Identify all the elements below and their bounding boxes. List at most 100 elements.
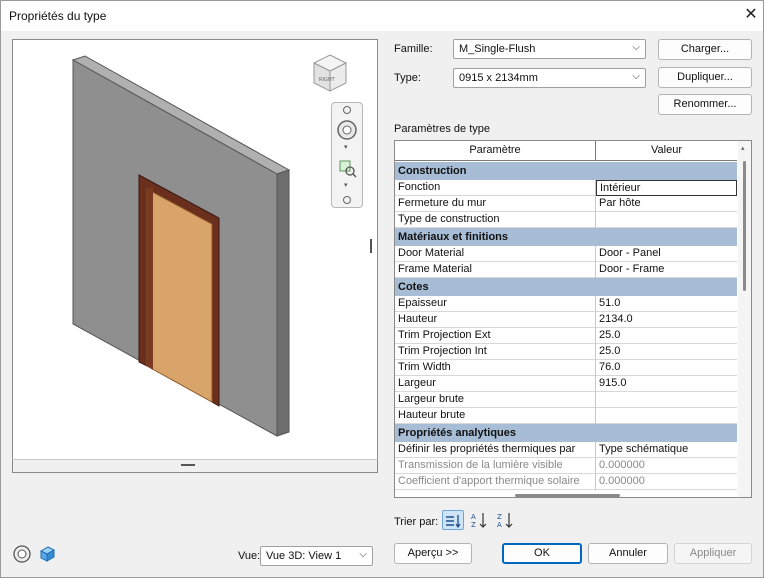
svg-text:A: A [471,513,476,521]
zoom-icon[interactable] [338,159,358,179]
parameter-row[interactable]: Largeur 915.0 [395,376,737,392]
column-header-value[interactable]: Valeur [596,141,737,161]
duplicate-button[interactable]: Dupliquer... [658,67,752,88]
rename-button[interactable]: Renommer... [658,94,752,115]
parameter-name: Coefficient d'apport thermique solaire [395,474,596,490]
parameter-value[interactable] [596,212,737,228]
parameter-value[interactable]: 51.0 [596,296,737,312]
type-value: 0915 x 2134mm [459,72,538,84]
parameters-grid: Paramètre Valeur Construction Fonction Int… [394,140,752,498]
parameter-name: Fonction [395,180,596,196]
parameter-value[interactable]: 0.000000 [596,458,737,474]
parameter-value[interactable]: Door - Panel [596,246,737,262]
sort-desc-icon[interactable]: Z A [494,510,516,530]
parameter-name: Door Material [395,246,596,262]
column-header-parameter[interactable]: Paramètre [395,141,596,161]
parameter-row[interactable]: Frame Material Door - Frame [395,262,737,278]
type-properties-dialog: Propriétés du type ✕ RIGHT ▾ ▾ Famille: … [0,0,764,578]
family-value: M_Single-Flush [459,43,536,55]
close-icon[interactable]: ✕ [741,5,761,25]
parameter-row[interactable]: Coefficient d'apport thermique solaire 0.… [395,474,737,490]
parameter-row[interactable]: Transmission de la lumière visible 0.0000… [395,458,737,474]
3d-box-icon[interactable] [37,544,57,564]
ok-button[interactable]: OK [502,543,582,564]
parameter-value[interactable]: Intérieur [596,180,737,196]
parameter-name: Largeur brute [395,392,596,408]
category-row[interactable]: Matériaux et finitions [395,228,737,246]
parameter-name: Type de construction [395,212,596,228]
title-bar: Propriétés du type ✕ [1,1,763,31]
type-parameters-title: Paramètres de type [394,123,490,135]
view-select[interactable]: Vue 3D: View 1 ⌵ [260,546,373,566]
category-row[interactable]: Propriétés analytiques [395,424,737,442]
parameter-value[interactable] [596,392,737,408]
horizontal-scroll-thumb[interactable] [515,494,620,497]
cancel-button[interactable]: Annuler [588,543,668,564]
parameter-name: Trim Projection Int [395,344,596,360]
parameter-value[interactable]: 25.0 [596,328,737,344]
parameter-name: Hauteur [395,312,596,328]
parameter-row[interactable]: Trim Projection Ext 25.0 [395,328,737,344]
resize-grip-vertical[interactable] [370,239,372,253]
preview-footer [12,459,378,473]
parameter-row[interactable]: Trim Width 76.0 [395,360,737,376]
parameter-value[interactable]: 76.0 [596,360,737,376]
parameter-value[interactable]: Door - Frame [596,262,737,278]
chevron-down-icon[interactable]: ▾ [344,143,348,151]
steering-wheel-icon[interactable] [336,119,358,141]
navbar-options-icon[interactable] [343,196,351,204]
parameter-name: Fermeture du mur [395,196,596,212]
parameter-row[interactable]: Fermeture du mur Par hôte [395,196,737,212]
door-3d-preview [71,55,291,437]
parameter-value[interactable] [596,408,737,424]
type-select[interactable]: 0915 x 2134mm ⌵ [453,68,646,88]
family-select[interactable]: M_Single-Flush ⌵ [453,39,646,59]
svg-text:Z: Z [471,521,476,528]
resize-grip-horizontal[interactable] [181,464,195,466]
parameter-value[interactable]: 0.000000 [596,474,737,490]
parameter-value[interactable]: Type schématique [596,442,737,458]
chevron-down-icon[interactable]: ▾ [344,181,348,189]
chevron-down-icon: ⌵ [632,42,640,53]
parameter-row[interactable]: Largeur brute [395,392,737,408]
dialog-title: Propriétés du type [9,9,107,23]
load-button[interactable]: Charger... [658,39,752,60]
parameter-row[interactable]: Hauteur 2134.0 [395,312,737,328]
sort-asc-icon[interactable]: A Z [468,510,490,530]
vertical-scroll-thumb[interactable] [743,161,746,291]
family-label: Famille: [394,43,433,55]
parameter-row[interactable]: Fonction Intérieur [395,180,737,196]
parameter-row[interactable]: Door Material Door - Panel [395,246,737,262]
parameter-name: Trim Projection Ext [395,328,596,344]
parameter-value[interactable]: 25.0 [596,344,737,360]
parameter-name: Transmission de la lumière visible [395,458,596,474]
parameter-row[interactable]: Trim Projection Int 25.0 [395,344,737,360]
orbit-icon[interactable] [12,544,32,564]
parameter-name: Hauteur brute [395,408,596,424]
navbar-close-icon[interactable] [343,106,351,114]
preview-button[interactable]: Aperçu >> [394,543,472,564]
type-label: Type: [394,72,421,84]
category-row[interactable]: Cotes [395,278,737,296]
parameter-row[interactable]: Type de construction [395,212,737,228]
preview-viewport[interactable]: RIGHT [12,39,378,473]
vertical-scrollbar[interactable]: ▴ [738,141,751,497]
parameter-name: Largeur [395,376,596,392]
parameter-row[interactable]: Epaisseur 51.0 [395,296,737,312]
viewcube-icon[interactable]: RIGHT [310,53,350,95]
parameter-row[interactable]: Hauteur brute [395,408,737,424]
parameter-row[interactable]: Définir les propriétés thermiques par Typ… [395,442,737,458]
sort-label: Trier par: [394,516,439,528]
sort-category-icon[interactable] [442,510,464,530]
parameter-value[interactable]: Par hôte [596,196,737,212]
view-value: Vue 3D: View 1 [266,550,342,562]
apply-button[interactable]: Appliquer [674,543,752,564]
chevron-down-icon: ⌵ [359,549,367,560]
svg-text:Z: Z [497,513,502,521]
category-row[interactable]: Construction [395,162,737,180]
grid-header: Paramètre Valeur [395,141,737,161]
viewcube-label: RIGHT [319,77,336,83]
scroll-up-icon[interactable]: ▴ [741,144,745,152]
parameter-value[interactable]: 915.0 [596,376,737,392]
parameter-value[interactable]: 2134.0 [596,312,737,328]
